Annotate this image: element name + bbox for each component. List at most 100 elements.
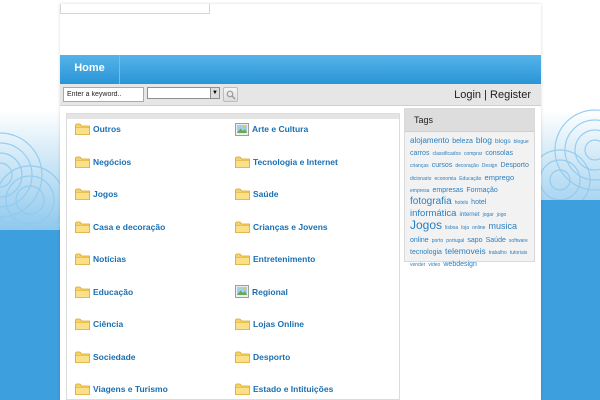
category-item[interactable]: Casa e decoração	[75, 219, 165, 235]
register-link[interactable]: Register	[490, 89, 531, 101]
tag-link[interactable]: Educação	[459, 176, 481, 182]
category-label[interactable]: Saúde	[253, 189, 279, 199]
tag-link[interactable]: carros	[410, 150, 429, 157]
category-label[interactable]: Outros	[93, 124, 121, 134]
tag-link[interactable]: classificados	[433, 151, 461, 157]
folder-icon	[75, 351, 90, 363]
tag-link[interactable]: fotografia	[410, 196, 452, 207]
tag-link[interactable]: tecnologia	[410, 249, 442, 256]
category-item[interactable]: Tecnologia e Internet	[235, 154, 338, 170]
category-item[interactable]: Educação	[75, 284, 133, 300]
tag-link[interactable]: consolas	[485, 150, 513, 157]
category-item[interactable]: Outros	[75, 121, 121, 137]
search-input[interactable]	[63, 87, 144, 102]
page-container: Home ▼ Login | Register Outros Arte e Cul…	[60, 4, 541, 400]
tag-link[interactable]: lisboa	[445, 225, 458, 231]
tag-link[interactable]: vender	[410, 262, 425, 268]
search-bar: ▼ Login | Register	[60, 84, 541, 106]
category-item[interactable]: Jogos	[75, 186, 118, 202]
category-label[interactable]: Entretenimento	[253, 254, 315, 264]
folder-icon	[235, 156, 250, 168]
tag-link[interactable]: blogue	[514, 139, 529, 145]
tag-link[interactable]: tutoriais	[510, 250, 528, 256]
category-label[interactable]: Estado e Intituições	[253, 384, 333, 394]
folder-icon	[75, 253, 90, 265]
category-item[interactable]: Negócios	[75, 154, 131, 170]
tag-link[interactable]: video	[428, 262, 440, 268]
category-label[interactable]: Educação	[93, 287, 133, 297]
tag-link[interactable]: portugal	[446, 238, 464, 244]
tag-link[interactable]: software	[509, 238, 528, 244]
category-label[interactable]: Arte e Cultura	[252, 124, 308, 134]
search-icon	[226, 90, 236, 100]
category-item[interactable]: Regional	[235, 284, 288, 300]
tag-link[interactable]: Saúde	[486, 237, 506, 244]
tag-link[interactable]: dicionario	[410, 176, 431, 182]
tag-link[interactable]: musica	[489, 221, 518, 231]
tag-link[interactable]: internet	[460, 212, 480, 218]
category-label[interactable]: Crianças e Jovens	[253, 222, 328, 232]
category-item[interactable]: Saúde	[235, 186, 279, 202]
folder-icon	[75, 188, 90, 200]
tag-link[interactable]: blogs	[495, 138, 511, 145]
tag-link[interactable]: blog	[476, 135, 492, 145]
category-item[interactable]: Notícias	[75, 251, 126, 267]
tag-link[interactable]: comprar	[464, 151, 482, 157]
tag-link[interactable]: Formação	[466, 187, 498, 194]
category-item[interactable]: Sociedade	[75, 349, 136, 365]
category-item[interactable]: Estado e Intituições	[235, 381, 333, 397]
category-item[interactable]: Desporto	[235, 349, 290, 365]
image-icon	[235, 285, 249, 298]
tag-link[interactable]: empresa	[410, 188, 429, 194]
tag-link[interactable]: porto	[432, 238, 443, 244]
category-label[interactable]: Tecnologia e Internet	[253, 157, 338, 167]
tag-link[interactable]: economia	[434, 176, 456, 182]
folder-icon	[75, 221, 90, 233]
tag-link[interactable]: empresas	[433, 187, 464, 194]
folder-icon	[75, 318, 90, 330]
category-item[interactable]: Lojas Online	[235, 316, 304, 332]
tag-link[interactable]: trabalho	[489, 250, 507, 256]
tag-link[interactable]: decoração	[455, 163, 478, 169]
tag-link[interactable]: cursos	[432, 162, 453, 169]
category-item[interactable]: Viagens e Turismo	[75, 381, 168, 397]
tag-link[interactable]: Desporto	[500, 162, 528, 169]
folder-icon	[75, 123, 90, 135]
tag-link[interactable]: online	[410, 237, 429, 244]
category-label[interactable]: Jogos	[93, 189, 118, 199]
tag-link[interactable]: sapo	[467, 237, 482, 244]
category-item[interactable]: Entretenimento	[235, 251, 315, 267]
category-item[interactable]: Arte e Cultura	[235, 121, 308, 137]
tag-link[interactable]: jogar	[483, 212, 494, 218]
tag-link[interactable]: jogo	[497, 212, 506, 218]
nav-home-link[interactable]: Home	[60, 55, 120, 84]
category-label[interactable]: Notícias	[93, 254, 126, 264]
tag-link[interactable]: Design	[482, 163, 498, 169]
category-label[interactable]: Viagens e Turismo	[93, 384, 168, 394]
category-label[interactable]: Casa e decoração	[93, 222, 165, 232]
category-item[interactable]: Crianças e Jovens	[235, 219, 328, 235]
category-label[interactable]: Regional	[252, 287, 288, 297]
tag-link[interactable]: webdesign	[443, 261, 476, 268]
tag-link[interactable]: alojamento	[410, 136, 449, 145]
tag-link[interactable]: beleza	[452, 138, 473, 145]
tag-link[interactable]: hotel	[471, 199, 486, 206]
tag-link[interactable]: Jogos	[410, 218, 442, 232]
category-label[interactable]: Lojas Online	[253, 319, 304, 329]
category-item[interactable]: Ciência	[75, 316, 123, 332]
category-label[interactable]: Sociedade	[93, 352, 136, 362]
tag-link[interactable]: online	[472, 225, 485, 231]
auth-separator: |	[484, 89, 487, 101]
tag-link[interactable]: emprego	[485, 173, 515, 182]
login-link[interactable]: Login	[454, 89, 481, 101]
category-label[interactable]: Desporto	[253, 352, 290, 362]
tag-link[interactable]: loja	[461, 225, 469, 231]
search-button[interactable]	[223, 87, 238, 102]
category-label[interactable]: Negócios	[93, 157, 131, 167]
category-label[interactable]: Ciência	[93, 319, 123, 329]
tag-link[interactable]: hotels	[455, 200, 468, 206]
category-select[interactable]: ▼	[147, 87, 220, 99]
tag-link[interactable]: telemoveis	[445, 246, 486, 256]
categories-panel: Outros Arte e Cultura Negócios Tecnologia e…	[66, 113, 400, 400]
tag-link[interactable]: crianças	[410, 163, 429, 169]
